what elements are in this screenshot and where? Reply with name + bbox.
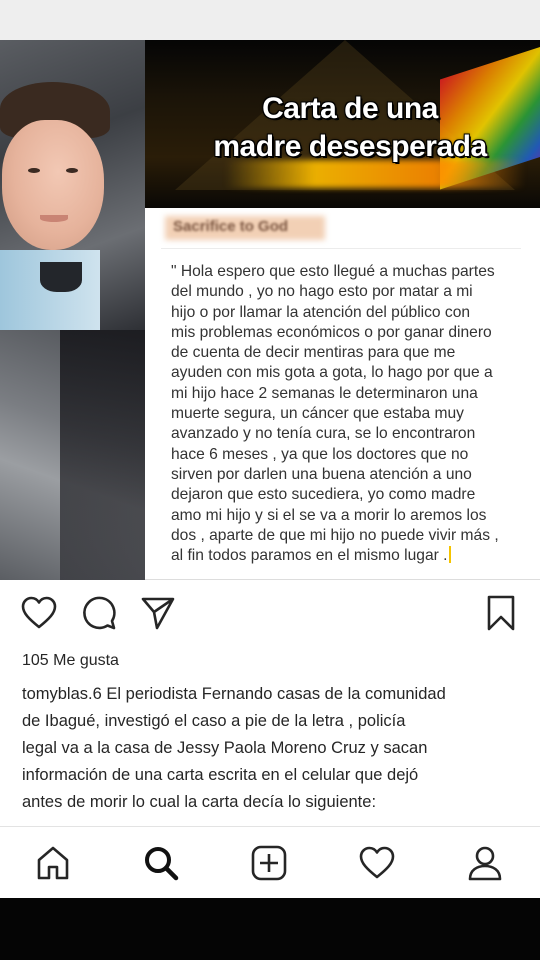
home-icon[interactable] <box>33 843 73 883</box>
caption-line: legal va a la casa de Jessy Paola Moreno… <box>22 739 428 757</box>
letter-line: ayuden con mis gota a gota, lo hago por … <box>171 364 493 382</box>
new-post-icon[interactable] <box>249 843 289 883</box>
bookmark-icon[interactable] <box>481 593 521 633</box>
boy-eye-right <box>66 168 78 173</box>
caption-line: de Ibagué, investigó el caso a pie de la… <box>22 712 406 730</box>
bottom-navigation <box>0 826 540 898</box>
post-image[interactable]: Carta de una madre desesperada Sacrifice… <box>0 40 540 580</box>
caption-username[interactable]: tomyblas.6 <box>22 685 102 703</box>
boy-face <box>2 120 104 250</box>
letter-last-line-text: al fin todos paramos en el mismo lugar . <box>171 547 448 565</box>
heart-icon[interactable] <box>19 593 59 633</box>
post-action-bar <box>0 593 540 635</box>
banner-title: Carta de una madre desesperada <box>185 90 515 166</box>
dark-photo <box>0 330 145 580</box>
top-strip <box>0 0 540 40</box>
letter-line: del mundo , yo no hago esto por matar a … <box>171 283 473 301</box>
dark-photo-shadow <box>60 330 145 580</box>
send-icon[interactable] <box>138 593 178 633</box>
boy-mouth <box>40 215 68 222</box>
caption-line: antes de morir lo cual la carta decía lo… <box>22 793 377 811</box>
caption-line: tomyblas.6 El periodista Fernando casas … <box>22 681 527 708</box>
post-caption: tomyblas.6 El periodista Fernando casas … <box>22 681 527 816</box>
likes-count[interactable]: 105 Me gusta <box>22 652 119 670</box>
activity-heart-icon[interactable] <box>357 843 397 883</box>
letter-text: " Hola espero que esto llegué a muchas p… <box>171 262 531 566</box>
boy-collar <box>40 262 82 292</box>
letter-line: dos , aparte de que mi hijo no puede viv… <box>171 526 499 544</box>
letter-line: amo mi hijo y si el se va a morir lo are… <box>171 506 487 524</box>
letter-line: dejaron que esto sucediera, yo como madr… <box>171 486 476 504</box>
system-navigation-area <box>0 898 540 960</box>
letter-card: Sacrifice to God " Hola espero que esto … <box>145 208 540 580</box>
caption-line: información de una carta escrita en el c… <box>22 766 419 784</box>
letter-line: avanzado y no tenía cura, se lo encontra… <box>171 425 476 443</box>
letter-line: muerte segura, un cáncer que estaba muy <box>171 405 464 423</box>
card-divider <box>161 248 521 249</box>
comment-icon[interactable] <box>79 593 119 633</box>
caption-text: El periodista Fernando casas de la comun… <box>101 685 446 703</box>
letter-line: de cuenta de decir mentiras para que me <box>171 344 456 362</box>
blurred-label: Sacrifice to God <box>173 218 289 235</box>
profile-icon[interactable] <box>465 843 505 883</box>
letter-line: sirven por darlen una buena atención a u… <box>171 465 472 483</box>
banner-title-line2: madre desesperada <box>213 130 487 163</box>
title-banner: Carta de una madre desesperada <box>145 40 540 208</box>
letter-line: mis problemas económicos o por ganar din… <box>171 323 492 341</box>
letter-line: hace 6 meses , ya que los doctores que n… <box>171 445 469 463</box>
boy-photo <box>0 40 145 330</box>
letter-line: al fin todos paramos en el mismo lugar . <box>171 546 531 566</box>
letter-line: mi hijo hace 2 semanas le determinaron u… <box>171 384 478 402</box>
banner-title-line1: Carta de una <box>262 92 438 125</box>
boy-eye-left <box>28 168 40 173</box>
search-icon[interactable] <box>141 843 181 883</box>
text-cursor <box>448 546 451 564</box>
letter-line: " Hola espero que esto llegué a muchas p… <box>171 263 495 280</box>
letter-line: hijo o por llamar la atención del públic… <box>171 303 471 321</box>
